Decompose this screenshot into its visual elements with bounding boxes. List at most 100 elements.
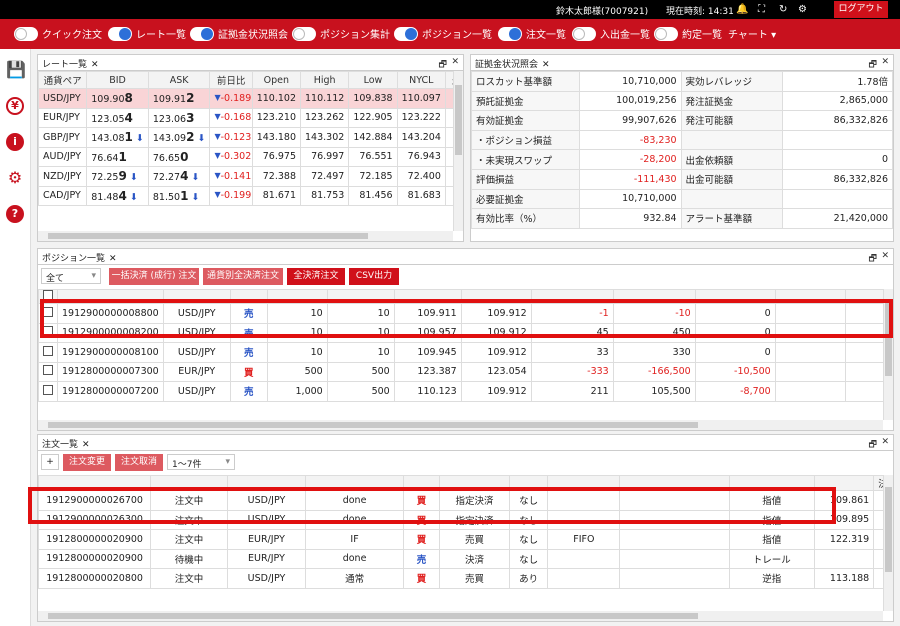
bulk-market-close-button[interactable]: 一括決済 (成行) 注文 (109, 268, 199, 285)
add-order-button[interactable]: + (41, 454, 59, 470)
toggle-position-list[interactable]: ポジション一覧 (394, 26, 492, 41)
gear-icon[interactable]: ⚙ (798, 4, 807, 15)
col-last[interactable]: 最終 (444, 71, 453, 89)
restore-icon[interactable]: 🗗 (869, 437, 877, 453)
position-row[interactable]: 1912800000007300 EUR/JPY 買 500 500 123.387 123… (38, 361, 883, 382)
position-filter-select[interactable]: 全て ▾ (41, 268, 101, 284)
order-range-select[interactable]: 1～7件 ▾ (167, 454, 235, 470)
margin-label: 発注可能額 (680, 110, 784, 131)
restore-icon[interactable]: 🗗 (869, 251, 877, 267)
rate-pair: GBP/JPY (38, 127, 88, 148)
settings-icon[interactable]: ⚙ (6, 169, 24, 187)
close-panel-icon[interactable]: ✕ (881, 57, 889, 67)
fullscreen-icon[interactable]: ⛶ (758, 4, 765, 15)
modify-order-button[interactable]: 注文変更 (63, 454, 111, 471)
order-row[interactable]: 1912800000020800 注文中 USD/JPY 通常買売買 あり 逆指 113.1… (38, 568, 883, 589)
yen-icon[interactable]: ¥ (6, 97, 24, 115)
chart-menu[interactable]: チャート ▾ (728, 26, 776, 41)
positions-hscrollbar[interactable] (38, 420, 883, 430)
order-row[interactable]: 1912800000020900 待機中 EUR/JPY done 売決済 なし トレール (38, 548, 883, 569)
toggle-position-summary[interactable]: ポジション集計 (292, 26, 390, 41)
rate-row[interactable]: AUD/JPY 76.641 76.650 ▼ -0.302 76.975 76.997 76… (38, 146, 453, 167)
col-pair[interactable]: 通貨ペア (38, 71, 88, 89)
close-icon[interactable]: ✕ (109, 254, 117, 264)
info-icon[interactable]: i (6, 133, 24, 151)
toggle-execution-list[interactable]: 約定一覧 (654, 26, 722, 41)
bell-icon[interactable]: 🔔 (736, 4, 748, 15)
rate-high: 123.262 (300, 107, 350, 128)
order-cell (619, 568, 730, 589)
row-checkbox[interactable] (38, 381, 58, 402)
rate-row[interactable]: USD/JPY 109.908 109.912 ▼ -0.189 110.102 110.1… (38, 88, 453, 109)
close-icon[interactable]: ✕ (82, 440, 90, 450)
close-panel-icon[interactable]: ✕ (881, 251, 889, 261)
rate-open: 123.210 (251, 107, 302, 128)
rate-open: 110.102 (251, 88, 302, 109)
row-checkbox[interactable] (38, 342, 58, 363)
toggle-rates[interactable]: レート一覧 (108, 26, 186, 41)
col-low[interactable]: Low (348, 71, 398, 89)
toggle-deposit-list[interactable]: 入出金一覧 (572, 26, 650, 41)
close-panel-icon[interactable]: ✕ (881, 437, 889, 447)
sidebar: 💾 ¥ i ⚙ ? (0, 49, 31, 626)
close-icon[interactable]: ✕ (91, 60, 99, 70)
col-bid[interactable]: BID (86, 71, 149, 89)
rates-scrollbar[interactable] (453, 71, 463, 231)
position-cell: USD/JPY (162, 381, 231, 402)
help-icon[interactable]: ? (6, 205, 24, 223)
rate-change: ▼ -0.189 (209, 88, 253, 109)
order-cell: 売 (402, 548, 441, 569)
refresh-icon[interactable]: ↻ (779, 4, 787, 15)
order-row[interactable]: 1912800000020900 注文中 EUR/JPY IF 買売買 なし FIFO 指値 1… (38, 529, 883, 550)
restore-icon[interactable]: 🗗 (869, 57, 877, 73)
col-ask[interactable]: ASK (147, 71, 211, 89)
position-cell: 109.912 (460, 381, 532, 402)
down-arrow-icon: ⬇ (126, 191, 138, 203)
rate-bid: 143.081 ⬇ (86, 127, 149, 148)
rate-change: ▼ -0.141 (209, 166, 253, 187)
rate-nycl: 110.097 (396, 88, 446, 109)
rate-low: 81.456 (348, 185, 398, 206)
order-cell: 買 (402, 529, 441, 550)
row-checkbox[interactable] (38, 361, 58, 382)
rate-row[interactable]: NZD/JPY 72.259 ⬇ 72.274 ⬇ ▼ -0.141 72.388 72.4… (38, 166, 453, 187)
margin-label: ・未実現スワップ (471, 149, 580, 170)
order-cell: 売買 (438, 529, 511, 550)
position-cell: -8,700 (694, 381, 776, 402)
col-open[interactable]: Open (251, 71, 302, 89)
rate-row[interactable]: GBP/JPY 143.081 ⬇ 143.092 ⬇ ▼ -0.123 143.180 1… (38, 127, 453, 148)
rate-change: ▼ -0.199 (209, 185, 253, 206)
col-close-pip-diff[interactable]: 決済pip差 (873, 475, 883, 491)
close-icon[interactable]: ✕ (542, 60, 550, 70)
margin-label (680, 129, 784, 151)
order-cell (619, 548, 730, 569)
position-row[interactable]: 1912800000007200 USD/JPY 売 1,000 500 110.123 1… (38, 381, 883, 402)
orders-hscrollbar[interactable] (38, 611, 883, 621)
toggle-margin[interactable]: 証拠金状況照会 (190, 26, 288, 41)
close-all-button[interactable]: 全決済注文 (287, 268, 345, 285)
order-cell: 指値 (728, 529, 815, 550)
rate-ask: 76.650 (147, 146, 211, 167)
rates-hscrollbar[interactable] (38, 231, 453, 241)
csv-export-button[interactable]: CSV出力 (349, 268, 399, 285)
toolbar: クイック注文 レート一覧 証拠金状況照会 ポジション集計 ポジション一覧 注文一… (0, 19, 900, 49)
logout-button[interactable]: ログアウト (834, 1, 888, 18)
cancel-order-button[interactable]: 注文取消 (115, 454, 163, 471)
orders-scrollbar[interactable] (883, 475, 893, 611)
rate-bid: 123.054 (86, 107, 149, 128)
col-high[interactable]: High (300, 71, 350, 89)
margin-value: 86,332,826 (782, 110, 893, 131)
col-nycl[interactable]: NYCL (396, 71, 446, 89)
rate-row[interactable]: CAD/JPY 81.484 ⬇ 81.501 ⬇ ▼ -0.199 81.671 81.7… (38, 185, 453, 206)
margin-label: ロスカット基準額 (471, 71, 580, 92)
close-by-currency-button[interactable]: 通貨別全決済注文 (203, 268, 283, 285)
toggle-quick-order[interactable]: クイック注文 (14, 26, 102, 41)
col-change[interactable]: 前日比 (209, 71, 253, 89)
toggle-order-list[interactable]: 注文一覧 (498, 26, 566, 41)
rate-low: 72.185 (348, 166, 398, 187)
rate-row[interactable]: EUR/JPY 123.054 123.063 ▼ -0.168 123.210 123.2… (38, 107, 453, 128)
position-row[interactable]: 1912900000008100 USD/JPY 売 10 10 109.945 109.9… (38, 342, 883, 363)
order-cell: なし (509, 548, 549, 569)
save-icon[interactable]: 💾 (6, 61, 26, 79)
close-panel-icon[interactable]: ✕ (451, 57, 459, 67)
